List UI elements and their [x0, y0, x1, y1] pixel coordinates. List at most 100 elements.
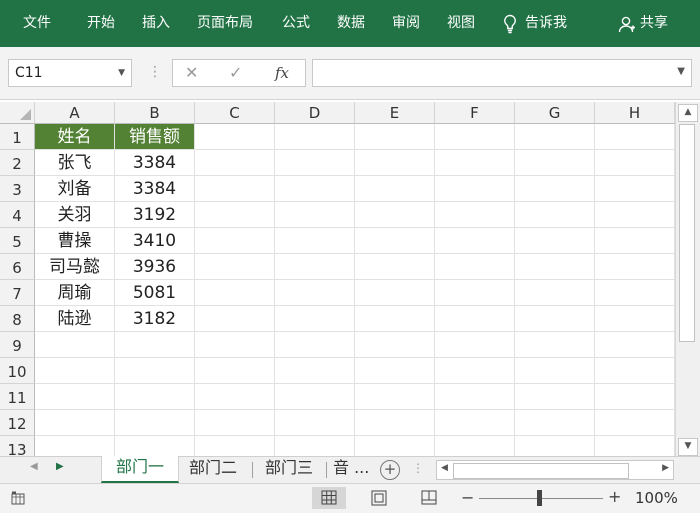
cell-c13[interactable]: [195, 436, 275, 456]
cell-a7[interactable]: 周瑜: [35, 280, 115, 306]
name-box[interactable]: C11 ▼: [8, 59, 132, 87]
grip-dots-icon[interactable]: ⋮: [148, 63, 162, 81]
tab-view[interactable]: 视图: [447, 0, 475, 47]
cell-e9[interactable]: [355, 332, 435, 358]
row-header-7[interactable]: 7: [0, 280, 35, 306]
cell-d5[interactable]: [275, 228, 355, 254]
row-header-8[interactable]: 8: [0, 306, 35, 332]
tab-file[interactable]: 文件: [23, 0, 51, 47]
cell-d2[interactable]: [275, 150, 355, 176]
cell-a6[interactable]: 司马懿: [35, 254, 115, 280]
cell-d1[interactable]: [275, 124, 355, 150]
cell-b9[interactable]: [115, 332, 195, 358]
insert-function-icon[interactable]: fx: [275, 60, 289, 86]
cell-e1[interactable]: [355, 124, 435, 150]
cell-f2[interactable]: [435, 150, 515, 176]
cancel-icon[interactable]: ✕: [185, 60, 198, 86]
cell-e5[interactable]: [355, 228, 435, 254]
horizontal-scroll-thumb[interactable]: [453, 463, 629, 479]
cell-g13[interactable]: [515, 436, 595, 456]
cell-b5[interactable]: 3410: [115, 228, 195, 254]
cell-c10[interactable]: [195, 358, 275, 384]
cell-c5[interactable]: [195, 228, 275, 254]
cell-g6[interactable]: [515, 254, 595, 280]
cell-b7[interactable]: 5081: [115, 280, 195, 306]
cell-c4[interactable]: [195, 202, 275, 228]
tab-data[interactable]: 数据: [337, 0, 365, 47]
cell-f6[interactable]: [435, 254, 515, 280]
cell-d6[interactable]: [275, 254, 355, 280]
row-header-6[interactable]: 6: [0, 254, 35, 280]
select-all-corner[interactable]: [0, 102, 35, 124]
sheet-tab-4[interactable]: 音 ...: [333, 457, 373, 482]
share-button[interactable]: 共享: [618, 0, 668, 47]
cell-f8[interactable]: [435, 306, 515, 332]
tab-review[interactable]: 审阅: [392, 0, 420, 47]
cell-f1[interactable]: [435, 124, 515, 150]
cell-g12[interactable]: [515, 410, 595, 436]
cell-b1[interactable]: 销售额: [115, 124, 195, 150]
cell-e8[interactable]: [355, 306, 435, 332]
cell-a3[interactable]: 刘备: [35, 176, 115, 202]
add-sheet-plus-icon[interactable]: +: [380, 460, 400, 480]
cell-a10[interactable]: [35, 358, 115, 384]
zoom-slider-thumb[interactable]: [537, 490, 542, 506]
next-sheet-arrow-icon[interactable]: ▶: [56, 461, 64, 472]
cell-b4[interactable]: 3192: [115, 202, 195, 228]
vertical-scrollbar[interactable]: ▲ ▼: [675, 102, 700, 458]
row-header-2[interactable]: 2: [0, 150, 35, 176]
prev-sheet-arrow-icon[interactable]: ◀: [30, 461, 38, 472]
cell-g3[interactable]: [515, 176, 595, 202]
cell-h3[interactable]: [595, 176, 675, 202]
cell-f9[interactable]: [435, 332, 515, 358]
cell-e13[interactable]: [355, 436, 435, 456]
cell-h13[interactable]: [595, 436, 675, 456]
cell-d12[interactable]: [275, 410, 355, 436]
cell-e7[interactable]: [355, 280, 435, 306]
cell-c11[interactable]: [195, 384, 275, 410]
cell-d3[interactable]: [275, 176, 355, 202]
column-header-c[interactable]: C: [195, 102, 275, 124]
column-header-a[interactable]: A: [35, 102, 115, 124]
cell-e6[interactable]: [355, 254, 435, 280]
cell-h6[interactable]: [595, 254, 675, 280]
cell-e3[interactable]: [355, 176, 435, 202]
cell-h8[interactable]: [595, 306, 675, 332]
row-header-13[interactable]: 13: [0, 436, 35, 456]
tab-insert[interactable]: 插入: [142, 0, 170, 47]
scroll-down-arrow-icon[interactable]: ▼: [678, 438, 698, 456]
cell-d11[interactable]: [275, 384, 355, 410]
row-header-11[interactable]: 11: [0, 384, 35, 410]
cell-f10[interactable]: [435, 358, 515, 384]
sheet-tab-3[interactable]: 部门三: [256, 457, 322, 482]
cell-h11[interactable]: [595, 384, 675, 410]
cell-c12[interactable]: [195, 410, 275, 436]
zoom-level[interactable]: 100%: [635, 489, 678, 507]
cell-d9[interactable]: [275, 332, 355, 358]
cell-c2[interactable]: [195, 150, 275, 176]
cell-d7[interactable]: [275, 280, 355, 306]
cell-f13[interactable]: [435, 436, 515, 456]
column-header-b[interactable]: B: [115, 102, 195, 124]
zoom-in-button[interactable]: +: [608, 487, 621, 506]
page-break-view-button[interactable]: [412, 487, 446, 509]
cell-b6[interactable]: 3936: [115, 254, 195, 280]
cell-a2[interactable]: 张飞: [35, 150, 115, 176]
cell-c3[interactable]: [195, 176, 275, 202]
tab-formulas[interactable]: 公式: [282, 0, 310, 47]
cell-g8[interactable]: [515, 306, 595, 332]
expand-formula-chevron-icon[interactable]: ▼: [677, 66, 685, 77]
tab-page-layout[interactable]: 页面布局: [197, 0, 253, 47]
column-header-f[interactable]: F: [435, 102, 515, 124]
horizontal-scrollbar[interactable]: ◀ ▶: [436, 460, 674, 480]
row-header-9[interactable]: 9: [0, 332, 35, 358]
cell-c6[interactable]: [195, 254, 275, 280]
cell-b10[interactable]: [115, 358, 195, 384]
cell-d13[interactable]: [275, 436, 355, 456]
worksheet-grid[interactable]: A B C D E F G H 1 姓名 销售额 2 张飞 3384 3 刘备 3384 4 关羽 3192 5 曹操 34…: [0, 102, 675, 456]
cell-h2[interactable]: [595, 150, 675, 176]
cell-a4[interactable]: 关羽: [35, 202, 115, 228]
scroll-left-arrow-icon[interactable]: ◀: [441, 463, 448, 473]
cell-f11[interactable]: [435, 384, 515, 410]
cell-c8[interactable]: [195, 306, 275, 332]
